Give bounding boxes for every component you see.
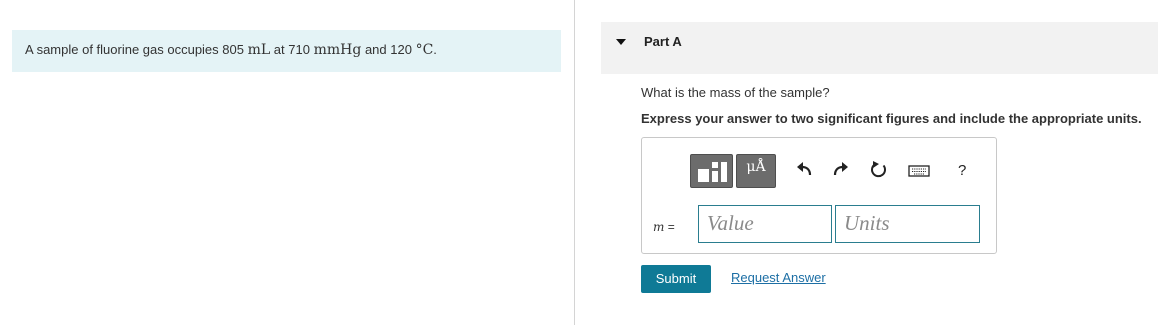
- page: A sample of fluorine gas occupies 805 mL…: [0, 0, 1158, 325]
- submit-button[interactable]: Submit: [641, 265, 711, 293]
- part-title: Part A: [644, 34, 682, 49]
- question-text: What is the mass of the sample?: [641, 85, 830, 100]
- request-answer-link[interactable]: Request Answer: [731, 270, 826, 285]
- value-input[interactable]: Value: [698, 205, 832, 243]
- help-icon[interactable]: ?: [958, 162, 966, 179]
- redo-icon[interactable]: [830, 160, 850, 180]
- variable-label: m =: [653, 220, 675, 234]
- problem-text-pressure: at 710: [273, 42, 310, 57]
- units-icon: μÅ: [746, 159, 766, 175]
- temp-unit: °C: [415, 42, 434, 58]
- answer-box: μÅ ? m = Value Units: [641, 137, 997, 254]
- units-input[interactable]: Units: [835, 205, 980, 243]
- column-divider: [574, 0, 575, 325]
- part-header[interactable]: Part A: [601, 22, 1158, 74]
- problem-text-before: A sample of fluorine gas occupies 805: [25, 42, 244, 57]
- variable-symbol: m: [653, 220, 665, 234]
- pressure-unit: mmHg: [313, 42, 362, 58]
- instruction-text: Express your answer to two significant f…: [641, 111, 1142, 126]
- undo-icon[interactable]: [795, 160, 815, 180]
- volume-unit: mL: [247, 42, 271, 58]
- reset-icon[interactable]: [869, 160, 889, 180]
- problem-statement: A sample of fluorine gas occupies 805 mL…: [12, 30, 561, 72]
- units-button[interactable]: μÅ: [736, 154, 776, 188]
- equals-sign: =: [667, 220, 675, 234]
- collapse-caret-icon[interactable]: [616, 39, 626, 45]
- keyboard-icon[interactable]: [907, 160, 931, 180]
- problem-text-temp: and 120: [364, 42, 412, 57]
- templates-button[interactable]: [690, 154, 733, 188]
- problem-text-end: .: [433, 42, 437, 57]
